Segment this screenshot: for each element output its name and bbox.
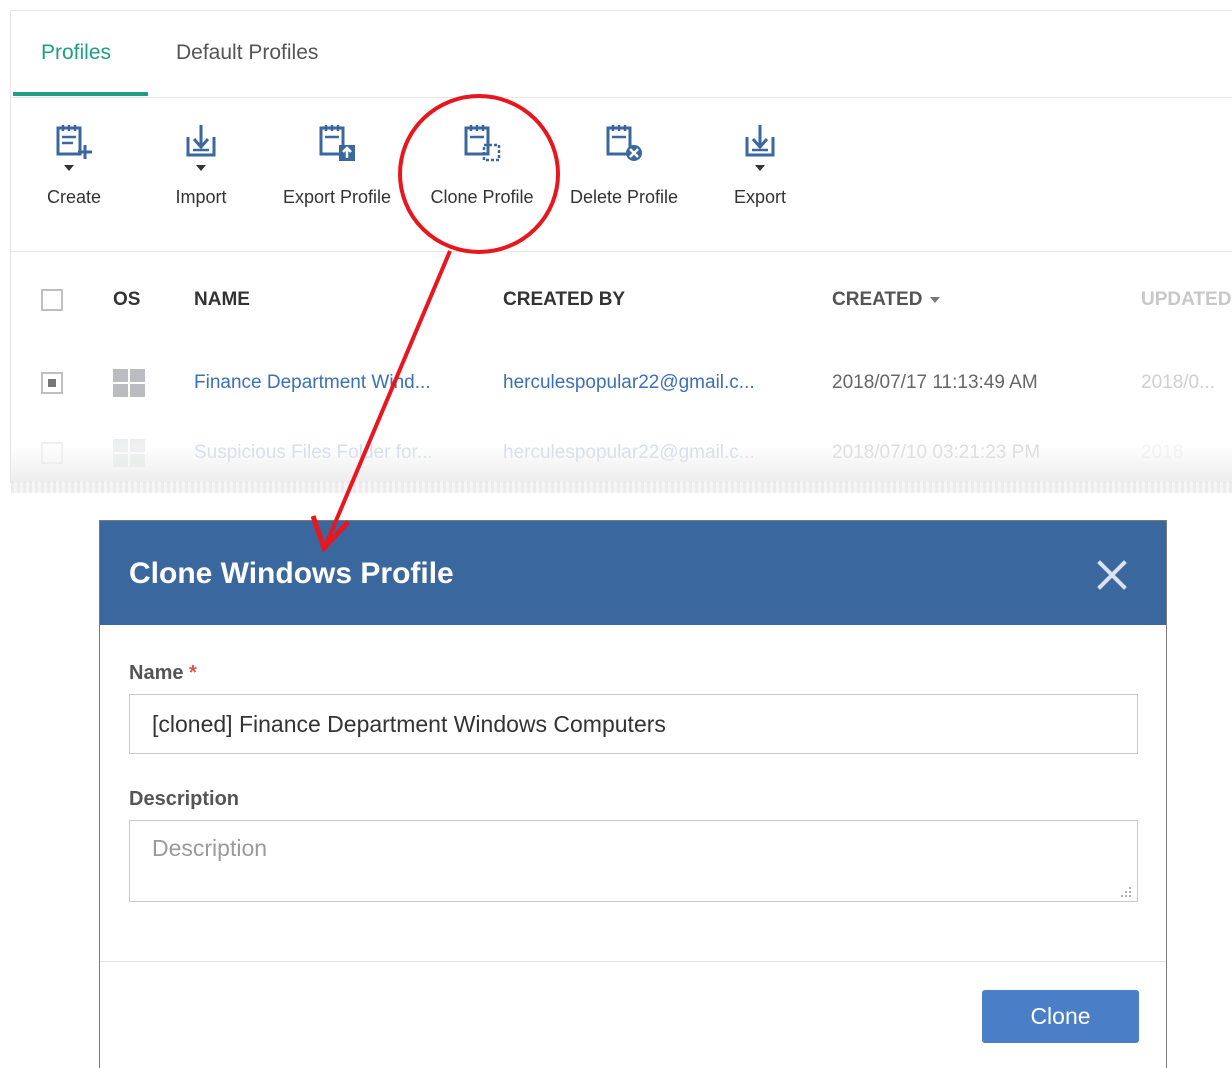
column-updated[interactable]: UPDATED (1141, 289, 1231, 311)
column-name[interactable]: NAME (194, 289, 250, 311)
table-header: OS NAME CREATED BY CREATED UPDATED (11, 281, 1232, 321)
export-icon (745, 125, 775, 171)
export-button[interactable]: Export (725, 121, 795, 208)
create-profile-icon (56, 125, 92, 171)
windows-icon (113, 439, 145, 467)
close-icon[interactable] (1096, 559, 1128, 591)
row-checkbox[interactable] (41, 442, 63, 464)
windows-icon (113, 369, 145, 397)
torn-edge (11, 481, 1232, 493)
export-profile-label: Export Profile (282, 187, 392, 207)
table-row[interactable]: Suspicious Files Folder for... herculesp… (11, 429, 1232, 479)
create-button[interactable]: Create (37, 121, 111, 208)
row-checkbox[interactable] (41, 372, 63, 394)
delete-profile-button[interactable]: Delete Profile (564, 121, 684, 208)
profiles-panel: Profiles Default Profiles Create Import … (10, 10, 1232, 493)
tab-default-profiles[interactable]: Default Profiles (176, 41, 318, 65)
column-created-label: CREATED (832, 289, 923, 310)
active-tab-indicator (13, 92, 148, 96)
description-textarea[interactable] (129, 820, 1138, 902)
column-created[interactable]: CREATED (832, 289, 941, 311)
clone-profile-icon (464, 125, 501, 162)
name-label-text: Name (129, 662, 184, 684)
description-label: Description (129, 788, 240, 810)
resize-grip-icon[interactable] (1120, 886, 1132, 898)
import-icon (186, 125, 216, 171)
export-profile-button[interactable]: Export Profile (277, 121, 397, 208)
created-date: 2018/07/10 03:21:23 PM (832, 442, 1041, 463)
table-row[interactable]: Finance Department Wind... herculespopul… (11, 359, 1232, 409)
export-label: Export (733, 187, 787, 207)
import-label: Import (175, 187, 227, 207)
column-created-by[interactable]: CREATED BY (503, 289, 625, 311)
required-indicator: * (189, 662, 197, 684)
sort-descending-icon (930, 296, 941, 303)
clone-button[interactable]: Clone (982, 990, 1139, 1043)
create-label: Create (46, 187, 102, 207)
updated-date: 2018/0... (1141, 372, 1215, 393)
profile-name-link[interactable]: Suspicious Files Folder for... (194, 442, 433, 464)
created-by-link[interactable]: herculespopular22@gmail.c... (503, 442, 755, 464)
export-profile-icon (319, 125, 355, 161)
tab-bar: Profiles Default Profiles (11, 11, 1232, 98)
created-by-link[interactable]: herculespopular22@gmail.c... (503, 372, 755, 394)
delete-profile-icon (606, 125, 642, 161)
clone-profile-button[interactable]: Clone Profile (423, 121, 541, 208)
select-all-checkbox[interactable] (41, 289, 63, 311)
dialog-title: Clone Windows Profile (129, 557, 454, 590)
name-input[interactable] (129, 694, 1138, 754)
clone-profile-label: Clone Profile (430, 187, 534, 207)
dialog-divider (100, 961, 1166, 962)
profile-name-link[interactable]: Finance Department Wind... (194, 372, 431, 394)
created-date: 2018/07/17 11:13:49 AM (832, 372, 1038, 393)
tab-profiles[interactable]: Profiles (41, 41, 111, 65)
clone-profile-dialog: Clone Windows Profile Name * Description… (99, 520, 1167, 1068)
updated-date: 2018 (1141, 442, 1184, 463)
delete-profile-label: Delete Profile (569, 187, 679, 207)
name-label: Name * (129, 662, 197, 685)
column-os: OS (113, 289, 141, 310)
import-button[interactable]: Import (166, 121, 236, 208)
toolbar: Create Import Export Profile Clone Profi… (11, 121, 1232, 252)
dialog-header: Clone Windows Profile (100, 521, 1166, 625)
